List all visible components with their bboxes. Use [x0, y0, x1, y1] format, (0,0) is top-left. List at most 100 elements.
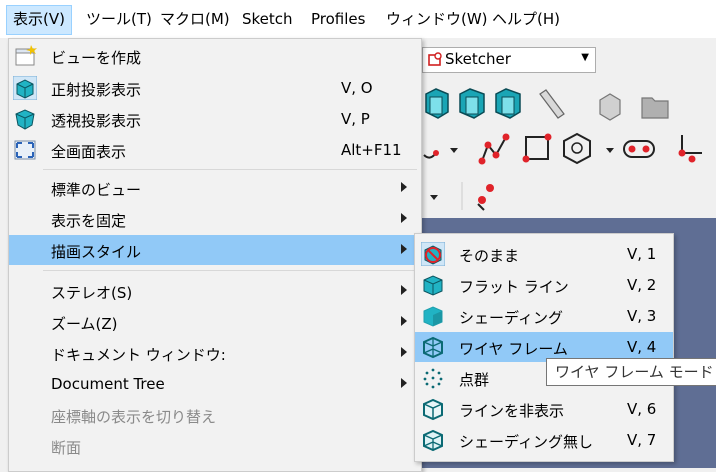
menu-item-draw-style[interactable]: 描画スタイル	[9, 235, 421, 265]
no-shading-icon	[423, 429, 443, 452]
shortcut-label: V, 1	[627, 245, 657, 263]
shortcut-label: V, 4	[627, 338, 657, 356]
part-icon	[599, 93, 621, 121]
submenu-item-label: そのまま	[459, 247, 520, 265]
menu-item-label: 標準のビュー	[51, 181, 142, 199]
menu-item-document-tree[interactable]: Document Tree	[9, 369, 421, 399]
menu-item-label: 正射投影表示	[51, 81, 142, 99]
menu-view[interactable]: 表示(V)	[6, 5, 72, 35]
chevron-down-icon	[606, 148, 614, 153]
submenu-item-label: シェーディング	[459, 309, 563, 327]
menu-tools[interactable]: ツール(T)	[80, 5, 158, 33]
sketcher-icon	[428, 52, 442, 66]
as-is-icon	[421, 242, 445, 266]
menu-sketch[interactable]: Sketch	[236, 5, 299, 33]
menu-item-create-view[interactable]: ビューを作成	[9, 41, 421, 71]
chevron-right-icon	[401, 182, 407, 192]
fullscreen-icon	[14, 140, 36, 160]
submenu-item-label: ラインを非表示	[459, 402, 565, 420]
menu-item-zoom[interactable]: ズーム(Z)	[9, 307, 421, 337]
menu-window[interactable]: ウィンドウ(W)	[380, 5, 494, 33]
shortcut-label: V, 6	[627, 400, 657, 418]
menu-bar: 表示(V) ツール(T) マクロ(M) Sketch Profiles ウィンド…	[0, 0, 716, 38]
submenu-item-hidden-line[interactable]: ラインを非表示 V, 6	[415, 394, 673, 424]
draw-style-submenu: そのまま V, 1 フラット ライン V, 2 シェーディング V, 3 ワイヤ…	[414, 233, 674, 462]
orthographic-icon	[13, 76, 37, 100]
menu-item-label: ズーム(Z)	[51, 315, 118, 333]
menu-item-label: 全画面表示	[51, 143, 127, 161]
points-icon	[423, 368, 443, 389]
hidden-line-icon	[423, 398, 443, 421]
shortcut-label: Alt+F11	[341, 141, 402, 159]
menu-item-fullscreen[interactable]: 全画面表示 Alt+F11	[9, 135, 421, 165]
wire-cube-icon	[425, 88, 449, 119]
shortcut-label: V, 7	[627, 431, 657, 449]
workbench-selector[interactable]: Sketcher ▼	[422, 47, 596, 73]
chevron-right-icon	[401, 285, 407, 295]
menu-item-label: 表示を固定	[51, 212, 127, 230]
polygon-tool-icon	[563, 132, 591, 165]
constraint-icon	[477, 184, 494, 211]
submenu-item-shaded[interactable]: シェーディング V, 3	[415, 301, 673, 331]
wireframe-tooltip: ワイヤ フレーム モード	[546, 358, 716, 386]
submenu-item-as-is[interactable]: そのまま V, 1	[415, 239, 673, 269]
menu-item-label: 描画スタイル	[51, 243, 142, 261]
menu-item-clipping-plane: 断面	[9, 431, 421, 461]
menu-item-label: Document Tree	[51, 375, 165, 393]
view-menu-dropdown: ビューを作成 正射投影表示 V, O 透視投影表示 V, P 全画面表示 Alt…	[8, 38, 422, 472]
submenu-item-no-shading[interactable]: シェーディング無し V, 7	[415, 425, 673, 455]
arc-tool-icon	[423, 150, 439, 159]
menu-item-standard-views[interactable]: 標準のビュー	[9, 173, 421, 203]
constraint-toolbar[interactable]	[422, 178, 522, 214]
menu-item-stereo[interactable]: ステレオ(S)	[9, 276, 421, 306]
rectangle-tool-icon	[522, 133, 552, 163]
menu-item-label: 透視投影表示	[51, 112, 142, 130]
flat-lines-icon	[423, 275, 443, 296]
menu-separator	[43, 270, 417, 271]
menu-separator	[43, 169, 417, 170]
chevron-right-icon	[401, 213, 407, 223]
menu-item-freeze-display[interactable]: 表示を固定	[9, 204, 421, 234]
menu-item-perspective[interactable]: 透視投影表示 V, P	[9, 104, 421, 134]
slot-tool-icon	[623, 140, 655, 158]
submenu-item-label: フラット ライン	[459, 278, 569, 296]
shortcut-label: V, O	[341, 79, 373, 97]
menu-item-label: 座標軸の表示を切り替え	[51, 408, 217, 426]
submenu-item-label: ワイヤ フレーム	[459, 340, 568, 358]
chevron-right-icon	[401, 244, 407, 254]
menu-profiles[interactable]: Profiles	[305, 5, 371, 33]
chevron-right-icon	[401, 347, 407, 357]
menu-macro[interactable]: マクロ(M)	[154, 5, 236, 33]
measure-ruler-icon	[539, 89, 565, 119]
folder-icon	[641, 97, 669, 119]
create-view-icon	[15, 45, 37, 66]
menu-item-document-window[interactable]: ドキュメント ウィンドウ:	[9, 338, 421, 368]
workbench-selector-value: Sketcher	[445, 50, 511, 68]
wire-cube-icon	[495, 88, 521, 119]
menu-item-label: ドキュメント ウィンドウ:	[51, 346, 226, 364]
shortcut-label: V, 3	[627, 307, 657, 325]
submenu-item-flat-lines[interactable]: フラット ライン V, 2	[415, 270, 673, 300]
sketch-toolbar[interactable]	[422, 131, 716, 169]
view-toolbar[interactable]	[422, 86, 716, 122]
menu-help[interactable]: ヘルプ(H)	[486, 5, 566, 33]
menu-item-label: ステレオ(S)	[51, 284, 133, 302]
chevron-right-icon	[401, 316, 407, 326]
menu-item-toggle-axis: 座標軸の表示を切り替え	[9, 400, 421, 430]
shaded-icon	[423, 306, 443, 327]
wire-cube-icon	[459, 88, 485, 119]
perspective-icon	[15, 109, 35, 130]
chevron-down-icon	[430, 195, 438, 200]
fillet-tool-icon	[678, 135, 702, 163]
submenu-item-label: シェーディング無し	[459, 433, 593, 451]
polyline-tool-icon	[478, 133, 510, 165]
shortcut-label: V, P	[341, 110, 370, 128]
chevron-down-icon	[450, 148, 458, 153]
menu-item-orthographic[interactable]: 正射投影表示 V, O	[9, 73, 421, 103]
chevron-right-icon	[401, 378, 407, 388]
chevron-down-icon: ▼	[581, 52, 589, 63]
menu-item-label: 断面	[51, 439, 82, 457]
menu-item-label: ビューを作成	[51, 49, 142, 67]
submenu-item-label: 点群	[459, 371, 490, 389]
shortcut-label: V, 2	[627, 276, 657, 294]
